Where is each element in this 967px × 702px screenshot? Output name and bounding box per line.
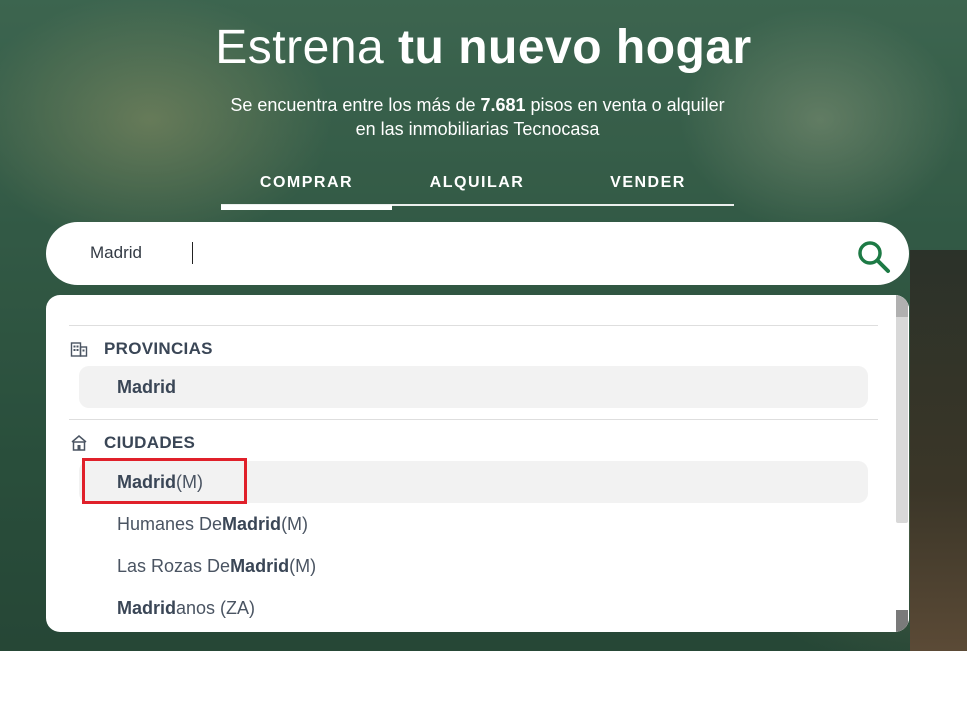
suggestion-humanes-de-madrid[interactable]: Humanes De Madrid (M) (79, 503, 868, 545)
listing-count: 7.681 (480, 95, 526, 115)
group-header-label: PROVINCIAS (104, 339, 213, 358)
hero-subtitle: Se encuentra entre los más de 7.681 piso… (0, 93, 955, 141)
dropdown-scrollbar[interactable] (895, 295, 909, 632)
hero-title-bold: tu nuevo hogar (398, 21, 752, 74)
search-icon[interactable] (857, 240, 891, 274)
text-post: (M) (289, 555, 317, 576)
tab-alquilar[interactable]: ALQUILAR (428, 174, 526, 204)
match-text: Madrid (117, 376, 177, 397)
tab-vender[interactable]: VENDER (608, 174, 688, 204)
scrollbar-thumb[interactable] (896, 295, 908, 523)
suggestion-las-rozas-de-madrid[interactable]: Las Rozas De Madrid (M) (79, 545, 868, 587)
suggestion-ciudad-madrid[interactable]: Madrid (M) (79, 461, 868, 503)
autocomplete-dropdown: PROVINCIAS Madrid CIUDADES Madrid (M) Hu… (46, 295, 909, 632)
text-caret (192, 242, 193, 264)
match-text: Madrid (117, 471, 177, 492)
text-post: (M) (176, 471, 203, 492)
group-header-provincias: PROVINCIAS (70, 338, 213, 360)
suggestion-provincia-madrid[interactable]: Madrid (79, 366, 868, 408)
text-post: anos (ZA) (176, 597, 256, 618)
match-text: Madrid (117, 597, 177, 618)
match-text: Madrid (222, 513, 282, 534)
scrollbar-down-arrow[interactable] (896, 610, 908, 632)
subtitle-text-post: pisos en venta o alquiler (525, 95, 725, 115)
search-input[interactable] (90, 240, 810, 266)
tab-comprar[interactable]: COMPRAR (221, 174, 392, 210)
hero-title: Estrena tu nuevo hogar (0, 18, 967, 78)
subtitle-line2: en las inmobiliarias Tecnocasa (355, 119, 600, 139)
hero-title-light: Estrena (215, 21, 399, 74)
house-icon (71, 435, 87, 451)
building-icon (70, 342, 88, 357)
subtitle-text-pre: Se encuentra entre los más de (230, 95, 481, 115)
background-photo-strip (910, 250, 967, 651)
search-bar (46, 222, 909, 285)
operation-tabs: COMPRAR ALQUILAR VENDER (221, 170, 734, 210)
scrollbar-up-arrow[interactable] (896, 295, 908, 317)
divider (69, 419, 878, 420)
group-header-ciudades: CIUDADES (70, 432, 195, 454)
match-text: Madrid (230, 555, 290, 576)
divider (69, 325, 878, 326)
group-header-label: CIUDADES (104, 433, 196, 452)
text-pre: Las Rozas De (117, 555, 231, 576)
text-pre: Humanes De (117, 513, 223, 534)
text-post: (M) (281, 513, 309, 534)
suggestion-madridanos[interactable]: Madrid anos (ZA) (79, 587, 868, 629)
